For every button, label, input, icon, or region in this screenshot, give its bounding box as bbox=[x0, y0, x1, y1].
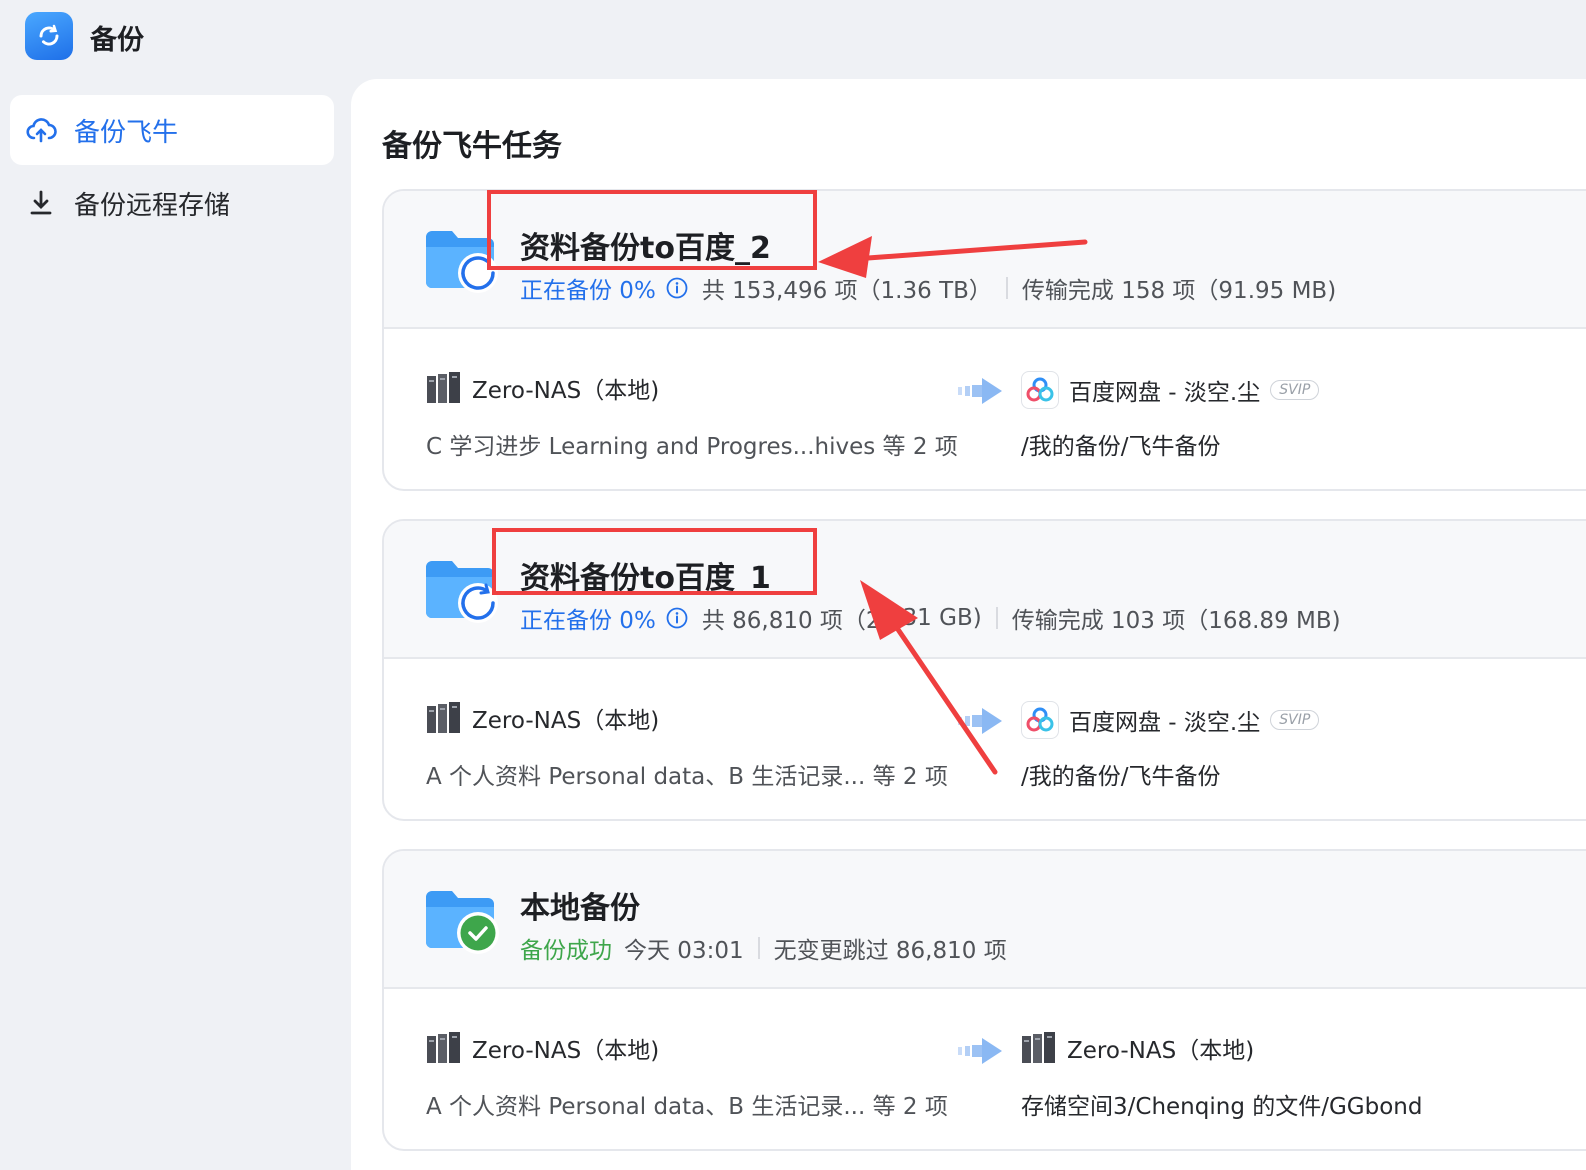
task-status: 正在备份 0% bbox=[520, 608, 656, 634]
destination-path: /我的备份/飞牛备份 bbox=[1021, 764, 1221, 790]
source-device: Zero-NAS（本地) bbox=[426, 701, 659, 735]
svip-badge: SVIP bbox=[1270, 710, 1320, 730]
source-name: Zero-NAS（本地) bbox=[472, 1038, 660, 1064]
cloud-upload-icon bbox=[24, 113, 58, 147]
nas-server-icon bbox=[427, 1032, 460, 1063]
task-status: 备份成功 bbox=[520, 938, 612, 964]
task-status-line: 正在备份 0% 共 153,496 项（1.36 TB） 传输完成 158 项（… bbox=[520, 271, 1336, 305]
task-status-line: 正在备份 0% 共 86,810 项（2 31 GB) 传输完成 103 项（1… bbox=[520, 601, 1341, 635]
task-skipped: 无变更跳过 86,810 项 bbox=[773, 938, 1007, 964]
sidebar-item-backup-fnos[interactable]: 备份飞牛 bbox=[10, 95, 334, 165]
destination-path: 存储空间3/Chenqing 的文件/GGbond bbox=[1021, 1094, 1423, 1120]
svip-badge: SVIP bbox=[1270, 380, 1320, 400]
task-header: 本地备份 备份成功 今天 03:01 无变更跳过 86,810 项 bbox=[384, 851, 1586, 989]
folder-syncing-icon bbox=[426, 561, 498, 623]
task-total-tail: 31 GB) bbox=[902, 605, 982, 631]
info-icon[interactable] bbox=[666, 277, 688, 299]
task-status: 正在备份 0% bbox=[520, 278, 656, 304]
backup-task-card[interactable]: 本地备份 备份成功 今天 03:01 无变更跳过 86,810 项 Zero-N… bbox=[382, 849, 1586, 1151]
task-total: 共 86,810 项（2 bbox=[701, 608, 881, 634]
source-items: C 学习进步 Learning and Progres...hives 等 2 … bbox=[426, 434, 958, 460]
baidu-netdisk-icon bbox=[1021, 371, 1059, 409]
arrow-right-icon bbox=[958, 378, 1002, 404]
destination-name: Zero-NAS（本地) bbox=[1067, 1038, 1255, 1064]
destination-device: 百度网盘 - 淡空.尘 SVIP bbox=[1021, 701, 1320, 739]
nas-server-icon bbox=[1022, 1032, 1055, 1063]
source-device: Zero-NAS（本地) bbox=[426, 1031, 659, 1065]
folder-success-icon bbox=[426, 891, 499, 954]
task-status-line: 备份成功 今天 03:01 无变更跳过 86,810 项 bbox=[520, 931, 1007, 965]
destination-device: Zero-NAS（本地) bbox=[1021, 1031, 1254, 1065]
divider bbox=[1005, 277, 1008, 299]
baidu-netdisk-icon bbox=[1021, 701, 1059, 739]
source-device: Zero-NAS（本地) bbox=[426, 371, 659, 405]
task-transferred: 传输完成 158 项（91.95 MB) bbox=[1021, 278, 1337, 304]
source-items: A 个人资料 Personal data、B 生活记录... 等 2 项 bbox=[426, 1094, 948, 1120]
destination-device: 百度网盘 - 淡空.尘 SVIP bbox=[1021, 371, 1320, 409]
task-total: 共 153,496 项（1.36 TB） bbox=[701, 278, 992, 304]
source-name: Zero-NAS（本地) bbox=[472, 378, 660, 404]
nas-server-icon bbox=[427, 702, 460, 733]
arrow-right-icon bbox=[958, 1038, 1002, 1064]
info-icon[interactable] bbox=[666, 607, 688, 629]
sidebar-item-label: 备份飞牛 bbox=[74, 117, 179, 148]
task-time: 今天 03:01 bbox=[624, 938, 744, 964]
task-transferred: 传输完成 103 项（168.89 MB) bbox=[1011, 608, 1341, 634]
divider bbox=[757, 937, 760, 959]
highlight-box bbox=[487, 190, 817, 270]
nas-server-icon bbox=[427, 372, 460, 403]
destination-path: /我的备份/飞牛备份 bbox=[1021, 434, 1221, 460]
task-name[interactable]: 本地备份 bbox=[520, 883, 640, 927]
arrow-right-icon bbox=[958, 708, 1002, 734]
source-name: Zero-NAS（本地) bbox=[472, 708, 660, 734]
download-icon bbox=[24, 186, 58, 220]
sidebar-item-backup-remote[interactable]: 备份远程存储 bbox=[10, 168, 334, 238]
page-title: 备份飞牛任务 bbox=[382, 129, 562, 164]
backup-app-icon bbox=[25, 12, 73, 60]
title-bar: 备份 bbox=[0, 0, 1586, 78]
divider bbox=[995, 607, 998, 629]
source-items: A 个人资料 Personal data、B 生活记录... 等 2 项 bbox=[426, 764, 948, 790]
app-title: 备份 bbox=[90, 25, 144, 56]
sidebar-item-label: 备份远程存储 bbox=[74, 190, 231, 221]
destination-name: 百度网盘 - 淡空.尘 bbox=[1069, 380, 1261, 406]
highlight-box bbox=[492, 528, 817, 595]
destination-name: 百度网盘 - 淡空.尘 bbox=[1069, 710, 1261, 736]
